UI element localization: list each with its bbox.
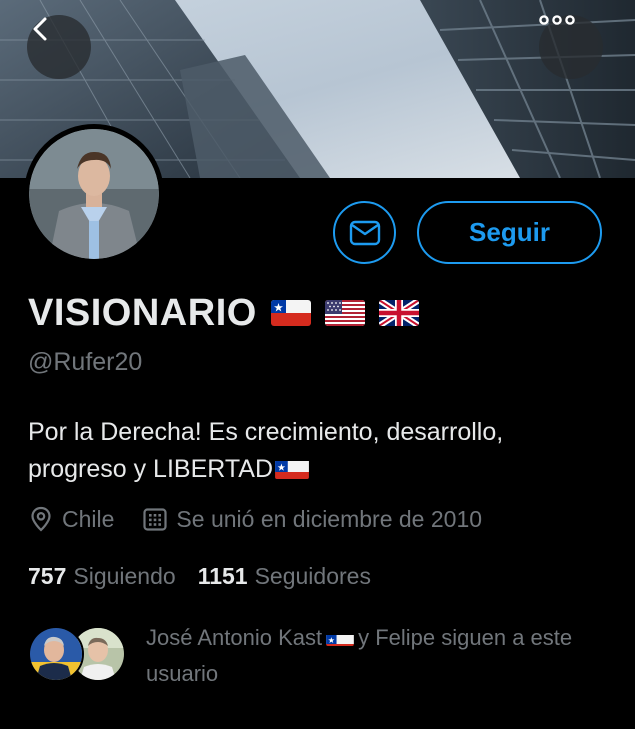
following-label: Siguiendo xyxy=(73,562,176,589)
profile-bio: Por la Derecha! Es crecimiento, desarrol… xyxy=(28,414,608,488)
following-count: 757 xyxy=(28,562,67,589)
followers-label: Seguidores xyxy=(254,562,371,589)
calendar-icon xyxy=(142,506,168,532)
profile-avatar[interactable] xyxy=(24,124,164,264)
message-button[interactable] xyxy=(333,201,396,264)
followers-you-know[interactable]: José Antonio Kast y Felipe siguen a este… xyxy=(28,622,618,692)
follower-avatar xyxy=(28,626,84,682)
more-horizontal-icon xyxy=(539,15,575,25)
chile-flag-icon xyxy=(270,300,311,326)
more-options-button[interactable] xyxy=(539,15,603,79)
known-follower-name: José Antonio Kast xyxy=(146,625,323,650)
envelope-icon xyxy=(349,220,380,245)
profile-name-row: VISIONARIO xyxy=(28,290,419,336)
chevron-left-icon xyxy=(33,17,47,41)
profile-name: VISIONARIO xyxy=(28,291,257,334)
profile-meta: Chile Se unió en diciembre de 2010 xyxy=(28,504,482,534)
followers-count: 1151 xyxy=(197,562,248,589)
profile-handle: @Rufer20 xyxy=(28,348,143,376)
location-pin-icon xyxy=(28,506,54,532)
profile-stats: 757 Siguiendo 1151 Seguidores xyxy=(28,561,371,591)
followers-link[interactable]: 1151 Seguidores xyxy=(198,563,371,590)
followers-you-know-text: José Antonio Kast y Felipe siguen a este… xyxy=(146,620,616,692)
profile-joined-date: Se unió en diciembre de 2010 xyxy=(176,505,483,532)
profile-location: Chile xyxy=(62,505,115,532)
chile-flag-icon xyxy=(275,457,309,479)
following-link[interactable]: 757 Siguiendo xyxy=(28,563,176,590)
chile-flag-icon xyxy=(326,628,354,646)
follow-button[interactable]: Seguir xyxy=(417,201,602,264)
bio-text: Por la Derecha! Es crecimiento, desarrol… xyxy=(28,418,504,483)
usa-flag-icon xyxy=(324,300,365,326)
back-button[interactable] xyxy=(27,15,91,79)
uk-flag-icon xyxy=(378,300,419,326)
